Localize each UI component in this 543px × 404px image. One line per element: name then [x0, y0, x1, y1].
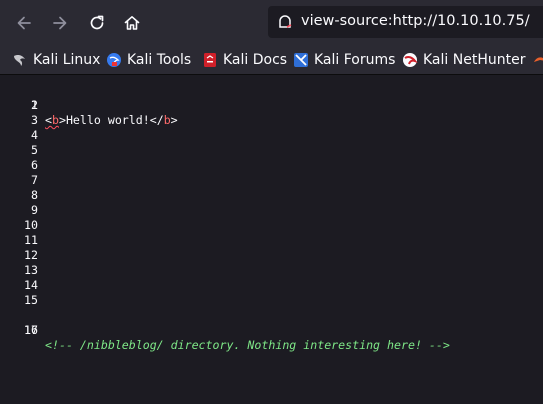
source-line: 13: [0, 263, 543, 278]
line-number: 14: [24, 278, 38, 292]
bookmark-label: Kali Docs: [223, 51, 288, 68]
source-line: 9: [0, 203, 543, 218]
url-text: view-source:http://10.10.10.75/: [301, 13, 530, 29]
html-comment: <!-- /nibbleblog/ directory. Nothing int…: [45, 338, 450, 352]
reload-icon: [90, 15, 104, 30]
kali-forums-icon: [293, 52, 309, 68]
bookmarks-toolbar: Kali Linux Kali Tools Kali Docs Kali For…: [0, 45, 543, 75]
line-number: 17: [24, 323, 38, 337]
kali-bookmark-icon: [532, 52, 543, 68]
kali-docs-icon: [202, 52, 218, 68]
line-number: 10: [24, 218, 38, 232]
forward-button[interactable]: [46, 9, 74, 37]
source-line: 4: [0, 128, 543, 143]
arrow-left-icon: [17, 16, 31, 30]
line-number: 8: [31, 188, 38, 202]
line-number: 6: [31, 158, 38, 172]
line-number: 3: [31, 113, 38, 127]
kali-tools-icon: [106, 52, 122, 68]
arrow-right-icon: [53, 16, 67, 30]
home-button[interactable]: [118, 9, 146, 37]
source-line: 1 <b>Hello world!</b>: [0, 83, 543, 127]
back-button[interactable]: [10, 9, 38, 37]
source-line: 7: [0, 173, 543, 188]
navigation-toolbar: view-source:http://10.10.10.75/: [0, 0, 543, 45]
source-line: 6: [0, 158, 543, 173]
line-number: 4: [31, 128, 38, 142]
source-line: 14: [0, 278, 543, 293]
source-line: 3: [0, 113, 543, 128]
line-number: 15: [24, 293, 38, 307]
bookmark-kali-nethunter[interactable]: Kali NetHunter: [402, 50, 525, 69]
view-source-content: 1 <b>Hello world!</b> 2 3 4 5 6 7 8 9 10…: [0, 75, 543, 404]
source-line: 12: [0, 248, 543, 263]
bookmark-overflow[interactable]: [532, 50, 543, 69]
bookmark-kali-tools[interactable]: Kali Tools: [106, 50, 191, 69]
line-number: 11: [24, 233, 38, 247]
kali-nethunter-icon: [402, 52, 418, 68]
source-line: 16 <!-- /nibbleblog/ directory. Nothing …: [0, 308, 543, 352]
bookmark-kali-docs[interactable]: Kali Docs: [202, 50, 287, 69]
source-line: 5: [0, 143, 543, 158]
bookmark-label: Kali Tools: [127, 51, 192, 68]
line-number: 2: [31, 98, 38, 112]
line-number: 9: [31, 203, 38, 217]
bookmark-label: Kali NetHunter: [423, 51, 526, 68]
reload-button[interactable]: [83, 9, 111, 37]
kali-dragon-icon: [12, 52, 28, 68]
bookmark-kali-linux[interactable]: Kali Linux: [12, 50, 100, 69]
bookmark-label: Kali Forums: [314, 51, 396, 68]
bookmark-kali-forums[interactable]: Kali Forums: [293, 50, 395, 69]
home-icon: [124, 16, 140, 30]
source-line: 15: [0, 293, 543, 308]
address-bar[interactable]: view-source:http://10.10.10.75/: [268, 6, 543, 38]
source-line: 17: [0, 323, 543, 338]
source-line: 2: [0, 98, 543, 113]
bookmark-label: Kali Linux: [33, 51, 101, 68]
source-line: 11: [0, 233, 543, 248]
source-line: 8: [0, 188, 543, 203]
page-info-icon[interactable]: [276, 13, 294, 31]
line-number: 12: [24, 248, 38, 262]
line-number: 13: [24, 263, 38, 277]
line-number: 7: [31, 173, 38, 187]
source-line: 10: [0, 218, 543, 233]
line-number: 5: [31, 143, 38, 157]
